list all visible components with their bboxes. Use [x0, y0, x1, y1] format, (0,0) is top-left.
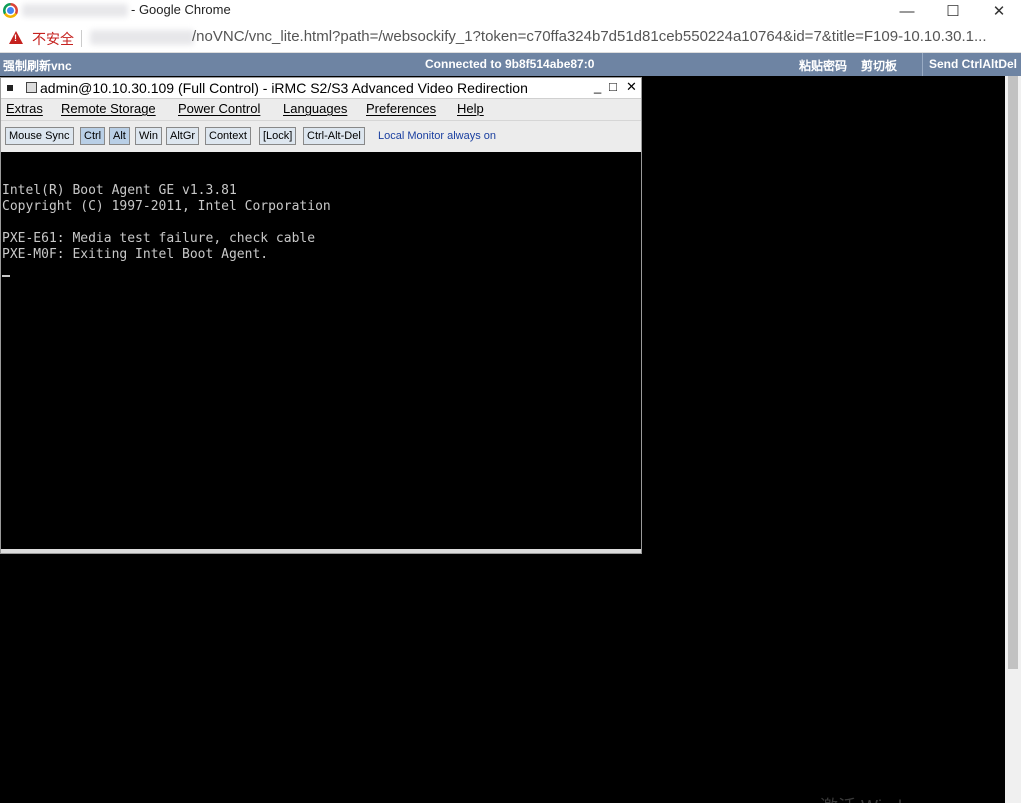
- close-icon: ✕: [992, 3, 1006, 20]
- window-menu-icon[interactable]: [7, 85, 13, 91]
- menu-languages[interactable]: Languages: [283, 101, 347, 116]
- irmc-window-title: admin@10.10.30.109 (Full Control) - iRMC…: [40, 80, 528, 96]
- minimize-button[interactable]: —: [884, 0, 930, 22]
- console-line: PXE-E61: Media test failure, check cable: [2, 231, 316, 246]
- close-button[interactable]: ✕: [976, 0, 1021, 22]
- minimize-icon: —: [899, 2, 915, 20]
- console-line: Copyright (C) 1997-2011, Intel Corporati…: [2, 199, 331, 214]
- chrome-logo-icon: [3, 3, 18, 18]
- altgr-key-button[interactable]: AltGr: [166, 127, 200, 145]
- send-ctrl-alt-del-button[interactable]: Send CtrlAltDel: [922, 53, 1021, 76]
- console-line: Intel(R) Boot Agent GE v1.3.81: [2, 183, 237, 198]
- force-refresh-button[interactable]: 强制刷新vnc: [3, 57, 72, 74]
- url-text[interactable]: /noVNC/vnc_lite.html?path=/websockify_1?…: [192, 28, 1007, 45]
- menu-preferences[interactable]: Preferences: [366, 101, 436, 116]
- alt-key-button[interactable]: Alt: [109, 127, 130, 145]
- paste-password-button[interactable]: 粘贴密码: [799, 57, 847, 74]
- win-key-button[interactable]: Win: [135, 127, 162, 145]
- irmc-status-strip: [1, 549, 641, 553]
- browser-title-bar: - Google Chrome — ☐ ✕: [0, 0, 1021, 22]
- ctrl-key-button[interactable]: Ctrl: [80, 127, 106, 145]
- vertical-scrollbar[interactable]: [1005, 76, 1021, 803]
- lock-key-button[interactable]: [Lock]: [259, 127, 297, 145]
- irmc-toolbar: Mouse Sync Ctrl Alt Win AltGr Context [L…: [1, 120, 641, 152]
- address-divider: [81, 30, 82, 47]
- menu-power-control[interactable]: Power Control: [178, 101, 260, 116]
- local-monitor-status: Local Monitor always on: [378, 130, 497, 142]
- console-line: PXE-M0F: Exiting Intel Boot Agent.: [2, 247, 269, 262]
- scrollbar-thumb[interactable]: [1008, 76, 1018, 669]
- clipboard-button[interactable]: 剪切板: [861, 57, 897, 74]
- maximize-button[interactable]: ☐: [930, 0, 976, 22]
- menu-remote-storage[interactable]: Remote Storage: [61, 101, 156, 116]
- address-bar[interactable]: 不安全 /noVNC/vnc_lite.html?path=/websockif…: [0, 22, 1021, 53]
- remote-console[interactable]: Intel(R) Boot Agent GE v1.3.81 Copyright…: [1, 152, 641, 549]
- menu-extras[interactable]: Extras: [6, 101, 43, 116]
- security-status[interactable]: 不安全: [32, 29, 74, 49]
- java-app-icon: [26, 82, 37, 93]
- irmc-video-window: admin@10.10.30.109 (Full Control) - iRMC…: [0, 77, 642, 554]
- maximize-icon: ☐: [946, 3, 960, 20]
- novnc-control-bar: 强制刷新vnc Connected to 9b8f514abe87:0 粘贴密码…: [0, 53, 1021, 76]
- connection-status: Connected to 9b8f514abe87:0: [425, 57, 595, 71]
- redacted-tab-title: [22, 4, 128, 17]
- irmc-menu-bar: Extras Remote Storage Power Control Lang…: [1, 99, 641, 120]
- irmc-maximize-button[interactable]: □: [609, 79, 617, 94]
- windows-activation-watermark: 激活 Wind: [820, 793, 902, 803]
- ctrl-alt-del-button[interactable]: Ctrl-Alt-Del: [303, 127, 365, 145]
- mouse-sync-button[interactable]: Mouse Sync: [5, 127, 74, 145]
- window-title: - Google Chrome: [131, 2, 231, 17]
- menu-help[interactable]: Help: [457, 101, 484, 116]
- send-ctrl-alt-del-label: Send CtrlAltDel: [929, 57, 1018, 71]
- irmc-title-bar[interactable]: admin@10.10.30.109 (Full Control) - iRMC…: [1, 78, 641, 99]
- redacted-host: [90, 30, 194, 45]
- context-key-button[interactable]: Context: [205, 127, 251, 145]
- text-cursor: [2, 275, 10, 277]
- irmc-minimize-button[interactable]: _: [594, 79, 601, 94]
- irmc-close-button[interactable]: ✕: [626, 79, 637, 95]
- warning-icon[interactable]: [9, 31, 23, 44]
